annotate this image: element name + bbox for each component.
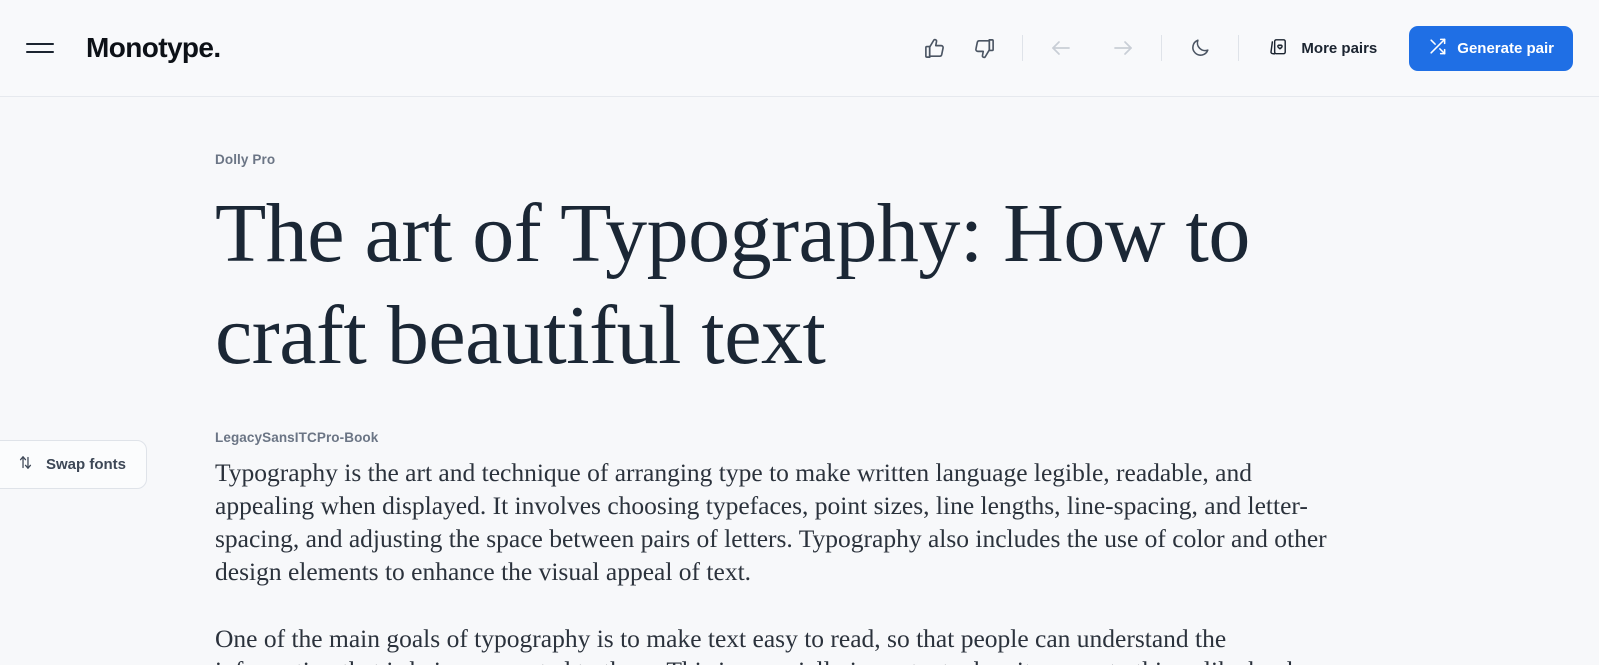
moon-icon [1189,37,1211,59]
header-divider [1238,35,1240,61]
swap-fonts-label: Swap fonts [46,456,127,473]
thumbs-up-button[interactable] [914,28,954,68]
main-content: Swap fonts Dolly Pro The art of Typograp… [0,97,1599,665]
heading-font-name: Dolly Pro [215,152,276,167]
generate-pair-label: Generate pair [1457,39,1554,57]
shuffle-icon [1428,37,1447,60]
more-pairs-label: More pairs [1301,39,1378,57]
hamburger-menu-icon[interactable] [26,37,56,59]
generate-pair-button[interactable]: Generate pair [1409,25,1573,71]
headline-preview-text: The art of Typography: How to craft beau… [215,187,1250,383]
header-actions-group: More pairs Generate pair [914,25,1573,71]
swap-vertical-arrows-icon [17,454,34,475]
header-divider [1161,35,1163,61]
header-divider [1022,35,1024,61]
hamburger-line [26,51,54,53]
swap-fonts-button[interactable]: Swap fonts [0,440,148,489]
body-paragraph: One of the main goals of typography is t… [215,623,1316,665]
thumbs-down-button[interactable] [964,28,1004,68]
arrow-right-icon [1111,36,1135,60]
next-pair-button[interactable] [1103,28,1143,68]
body-paragraph: Typography is the art and technique of a… [215,457,1327,586]
body-font-name: LegacySansITCPro-Book [215,429,379,445]
thumbs-up-icon [923,37,946,60]
hamburger-line [26,43,54,45]
app-header: Monotype. More pairs Generate pair [0,0,1599,97]
cards-heart-icon [1267,35,1290,62]
dark-mode-toggle-button[interactable] [1180,28,1220,68]
thumbs-down-icon [973,37,996,60]
previous-pair-button[interactable] [1041,28,1081,68]
arrow-left-icon [1049,36,1073,60]
header-left-group: Monotype. [26,34,221,62]
brand-logo: Monotype. [86,32,221,63]
more-pairs-button[interactable]: More pairs [1257,27,1387,70]
